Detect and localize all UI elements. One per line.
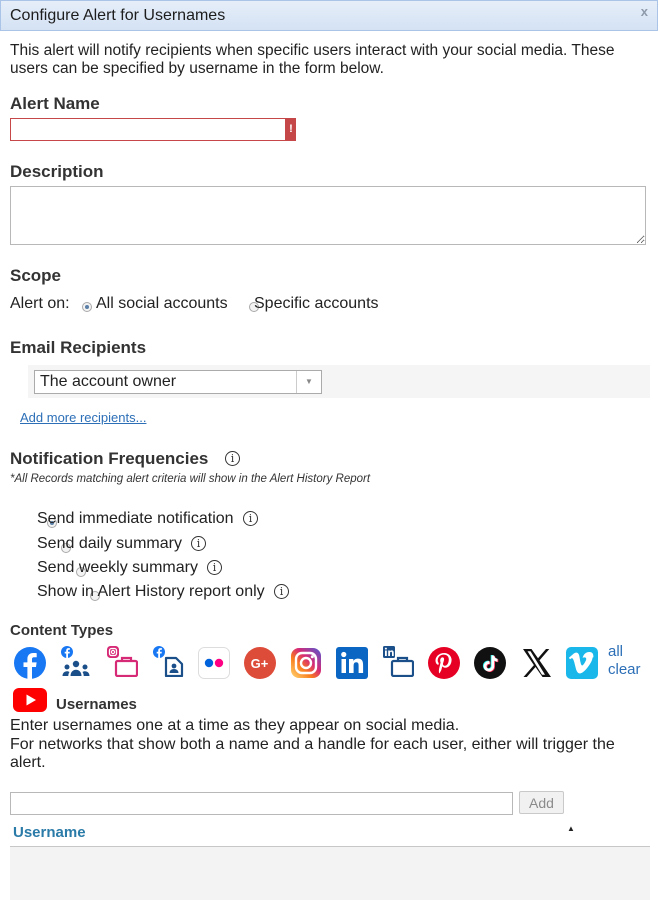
frequencies-note: *All Records matching alert criteria wil… (10, 473, 371, 485)
vimeo-icon[interactable] (566, 647, 598, 679)
select-all-link[interactable]: all (608, 643, 623, 660)
add-username-button[interactable]: Add (519, 791, 564, 814)
scope-all-radio[interactable] (82, 301, 92, 312)
instagram-business-icon[interactable] (106, 645, 138, 677)
scope-specific-label[interactable]: Specific accounts (254, 295, 379, 313)
facebook-page-icon[interactable] (152, 645, 184, 677)
scope-heading: Scope (10, 266, 62, 285)
linkedin-page-icon[interactable] (382, 645, 414, 677)
tiktok-icon[interactable] (474, 647, 506, 679)
pinterest-icon[interactable] (428, 647, 460, 679)
recipient-select[interactable]: The account owner ▼ (34, 370, 322, 394)
required-error-icon: ! (286, 118, 296, 141)
alert-name-input[interactable] (10, 118, 286, 141)
close-icon[interactable]: x (641, 4, 648, 19)
frequencies-heading: Notification Frequencies (10, 449, 209, 468)
linkedin-icon[interactable] (336, 647, 368, 679)
usernames-help-1: Enter usernames one at a time as they ap… (10, 717, 460, 734)
clear-all-link[interactable]: clear (608, 661, 641, 678)
scope-label: Alert on: (10, 295, 70, 312)
facebook-icon[interactable] (14, 647, 46, 679)
freq-history-label[interactable]: Show in Alert History report only (37, 583, 265, 601)
alert-name-heading: Alert Name (10, 94, 100, 113)
freq-weekly-label[interactable]: Send weekly summary (37, 559, 198, 577)
instagram-icon[interactable] (290, 647, 322, 679)
email-recipients-heading: Email Recipients (10, 338, 147, 357)
usernames-help-2: For networks that show both a name and a… (10, 736, 615, 771)
recipient-select-value: The account owner (40, 373, 177, 390)
freq-weekly-info-icon[interactable]: i (207, 560, 222, 575)
chevron-down-icon[interactable]: ▼ (296, 371, 321, 393)
add-recipients-link[interactable]: Add more recipients... (20, 410, 146, 425)
username-table-header: Username ▲ (10, 820, 650, 847)
freq-history-info-icon[interactable]: i (274, 584, 289, 599)
facebook-groups-icon[interactable] (60, 645, 92, 677)
google-plus-icon[interactable]: G+ (244, 647, 276, 679)
intro-text: This alert will notify recipients when s… (10, 42, 615, 77)
freq-immediate-info-icon[interactable]: i (243, 511, 258, 526)
username-input[interactable] (10, 792, 513, 815)
frequencies-info-icon[interactable]: i (225, 451, 240, 466)
youtube-icon[interactable] (13, 688, 47, 712)
dialog-title: Configure Alert for Usernames (10, 7, 226, 24)
username-table-body (10, 847, 650, 900)
x-icon[interactable] (520, 647, 552, 679)
description-heading: Description (10, 162, 104, 181)
freq-immediate-label[interactable]: Send immediate notification (37, 510, 234, 528)
freq-daily-info-icon[interactable]: i (191, 536, 206, 551)
content-types-heading: Content Types (10, 622, 114, 639)
svg-text:G+: G+ (251, 656, 269, 671)
freq-daily-label[interactable]: Send daily summary (37, 535, 182, 553)
usernames-heading: Usernames (56, 696, 137, 713)
dialog-titlebar: Configure Alert for Usernames x (0, 0, 658, 31)
sort-ascending-icon[interactable]: ▲ (567, 824, 575, 833)
description-textarea[interactable] (10, 186, 646, 245)
flickr-icon[interactable] (198, 647, 230, 679)
scope-all-label[interactable]: All social accounts (96, 295, 228, 313)
username-column-header[interactable]: Username (13, 824, 86, 841)
